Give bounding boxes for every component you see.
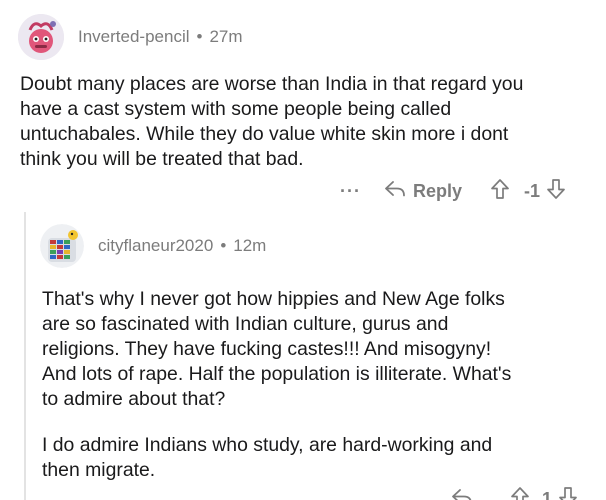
meta-separator: • xyxy=(220,236,227,255)
comment-line: religions. They have fucking castes!!! A… xyxy=(42,338,492,360)
downvote-icon xyxy=(546,178,566,205)
more-options-label: ··· xyxy=(340,181,361,201)
reply-icon xyxy=(385,180,405,203)
comment-age: 27m xyxy=(209,27,243,46)
comment-author[interactable]: cityflaneur2020 xyxy=(98,236,213,256)
comment-line: Doubt many places are worse than India i… xyxy=(20,73,524,95)
vote-score: -1 xyxy=(524,181,541,201)
reply-button[interactable]: Reply xyxy=(385,180,462,203)
comment-age: 12m xyxy=(233,236,267,255)
comment-line: I do admire Indians who study, are hard-… xyxy=(42,434,493,456)
comment-actions: 1 xyxy=(452,486,578,500)
comment-line: have a cast system with some people bein… xyxy=(20,98,452,120)
upvote-button[interactable] xyxy=(490,178,510,205)
user-avatar[interactable] xyxy=(18,14,64,60)
reply-icon xyxy=(452,488,472,500)
upvote-icon xyxy=(510,486,530,500)
reply-label: Reply xyxy=(412,181,463,201)
reply-button[interactable] xyxy=(452,488,472,500)
more-options-button[interactable]: ··· xyxy=(340,181,361,202)
comment-body: Doubt many places are worse than India i… xyxy=(20,72,600,172)
comment-line: That's why I never got how hippies and N… xyxy=(42,288,505,310)
downvote-icon xyxy=(558,486,578,500)
user-avatar[interactable] xyxy=(40,224,84,268)
vote-score: 1 xyxy=(542,489,553,500)
comment-line: think you will be treated that bad. xyxy=(20,148,304,170)
comment-line: are so fascinated with Indian culture, g… xyxy=(42,313,449,335)
comment-header: Inverted-pencil • 27m xyxy=(18,14,243,60)
downvote-button[interactable] xyxy=(546,178,566,205)
comment-line: And lots of rape. Half the population is… xyxy=(42,363,512,385)
upvote-icon xyxy=(490,178,510,205)
comment-actions: ··· Reply -1 xyxy=(340,178,566,205)
comment-body: That's why I never got how hippies and N… xyxy=(42,287,602,483)
comment-author[interactable]: Inverted-pencil xyxy=(78,27,190,47)
comment-header: cityflaneur2020 • 12m xyxy=(40,224,266,268)
thread-line[interactable] xyxy=(24,212,26,500)
comment-line: then migrate. xyxy=(42,459,156,481)
upvote-button[interactable] xyxy=(510,486,530,500)
meta-separator: • xyxy=(196,27,203,46)
comment-line: untuchabales. While they do value white … xyxy=(20,123,509,145)
downvote-button[interactable] xyxy=(558,486,578,500)
comment-line: to admire about that? xyxy=(42,388,226,410)
